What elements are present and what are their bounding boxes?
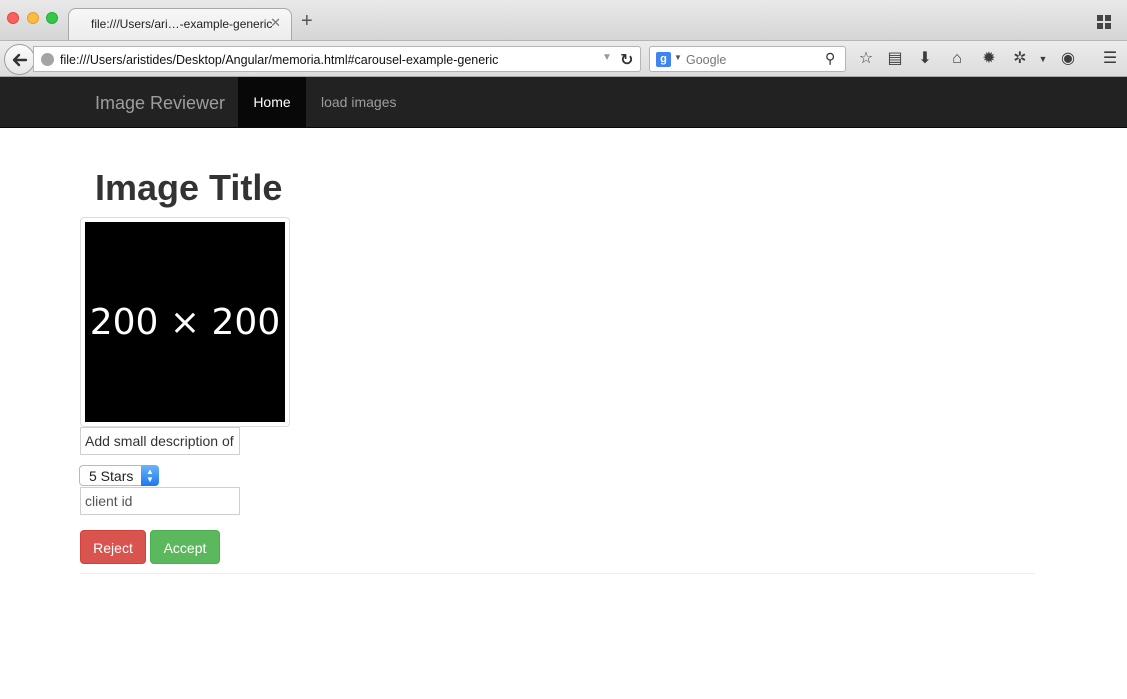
reload-icon[interactable]: ↻ [620, 50, 633, 70]
sync-icon[interactable]: ◉ [1059, 50, 1077, 68]
select-arrows-icon: ▲ ▼ [141, 465, 159, 486]
description-input[interactable] [80, 427, 240, 455]
reading-list-icon[interactable]: ▤ [886, 50, 904, 68]
navbar-brand[interactable]: Image Reviewer [95, 93, 225, 114]
image-placeholder: 200 × 200 [85, 222, 285, 422]
download-icon[interactable]: ⬇ [916, 50, 934, 68]
close-window-button[interactable] [7, 12, 19, 24]
new-tab-button[interactable]: + [301, 11, 313, 31]
nav-item-home[interactable]: Home [238, 77, 306, 127]
image-thumbnail: 200 × 200 [80, 217, 290, 427]
search-icon[interactable]: ⚲ [825, 50, 835, 67]
browser-titlebar: file:///Users/ari…-example-generic ✕ + [0, 0, 1127, 41]
bookmark-star-icon[interactable]: ☆ [857, 50, 875, 68]
tab-title: file:///Users/ari…-example-generic [91, 17, 273, 31]
back-arrow-icon [12, 53, 28, 67]
browser-toolbar: file:///Users/aristides/Desktop/Angular/… [0, 40, 1127, 77]
client-id-input[interactable] [80, 487, 240, 515]
nav-item-load-images[interactable]: load images [321, 77, 397, 127]
page-title: Image Title [95, 167, 283, 208]
home-icon[interactable]: ⌂ [948, 50, 966, 68]
extension-icon[interactable]: ✲ [1011, 50, 1029, 68]
google-engine-icon[interactable]: g [656, 52, 671, 67]
globe-icon [41, 53, 54, 66]
minimize-window-button[interactable] [27, 12, 39, 24]
search-placeholder[interactable]: Google [686, 53, 726, 67]
url-history-dropdown-icon[interactable]: ▼ [602, 52, 612, 63]
url-text[interactable]: file:///Users/aristides/Desktop/Angular/… [60, 53, 498, 67]
site-navbar: Image Reviewer Home load images [0, 77, 1127, 128]
divider [80, 573, 1035, 574]
zoom-window-button[interactable] [46, 12, 58, 24]
rating-selected-value: 5 Stars [89, 468, 134, 484]
extension-dropdown-icon[interactable]: ▼ [1034, 50, 1052, 68]
back-button[interactable] [4, 44, 35, 75]
reject-button[interactable]: Reject [80, 530, 146, 564]
engine-dropdown-icon[interactable]: ▼ [674, 53, 682, 62]
accept-button[interactable]: Accept [150, 530, 220, 564]
url-bar[interactable]: file:///Users/aristides/Desktop/Angular/… [33, 46, 641, 72]
tab-close-icon[interactable]: ✕ [270, 15, 281, 31]
rating-select[interactable]: 5 Stars ▲ ▼ [79, 465, 159, 486]
tab-groups-icon[interactable] [1097, 15, 1111, 29]
settings-icon[interactable]: ✹ [980, 50, 998, 68]
search-bar[interactable]: g ▼ Google ⚲ [649, 46, 846, 72]
menu-icon[interactable]: ☰ [1101, 50, 1119, 68]
browser-tab[interactable]: file:///Users/ari…-example-generic ✕ [68, 8, 292, 41]
